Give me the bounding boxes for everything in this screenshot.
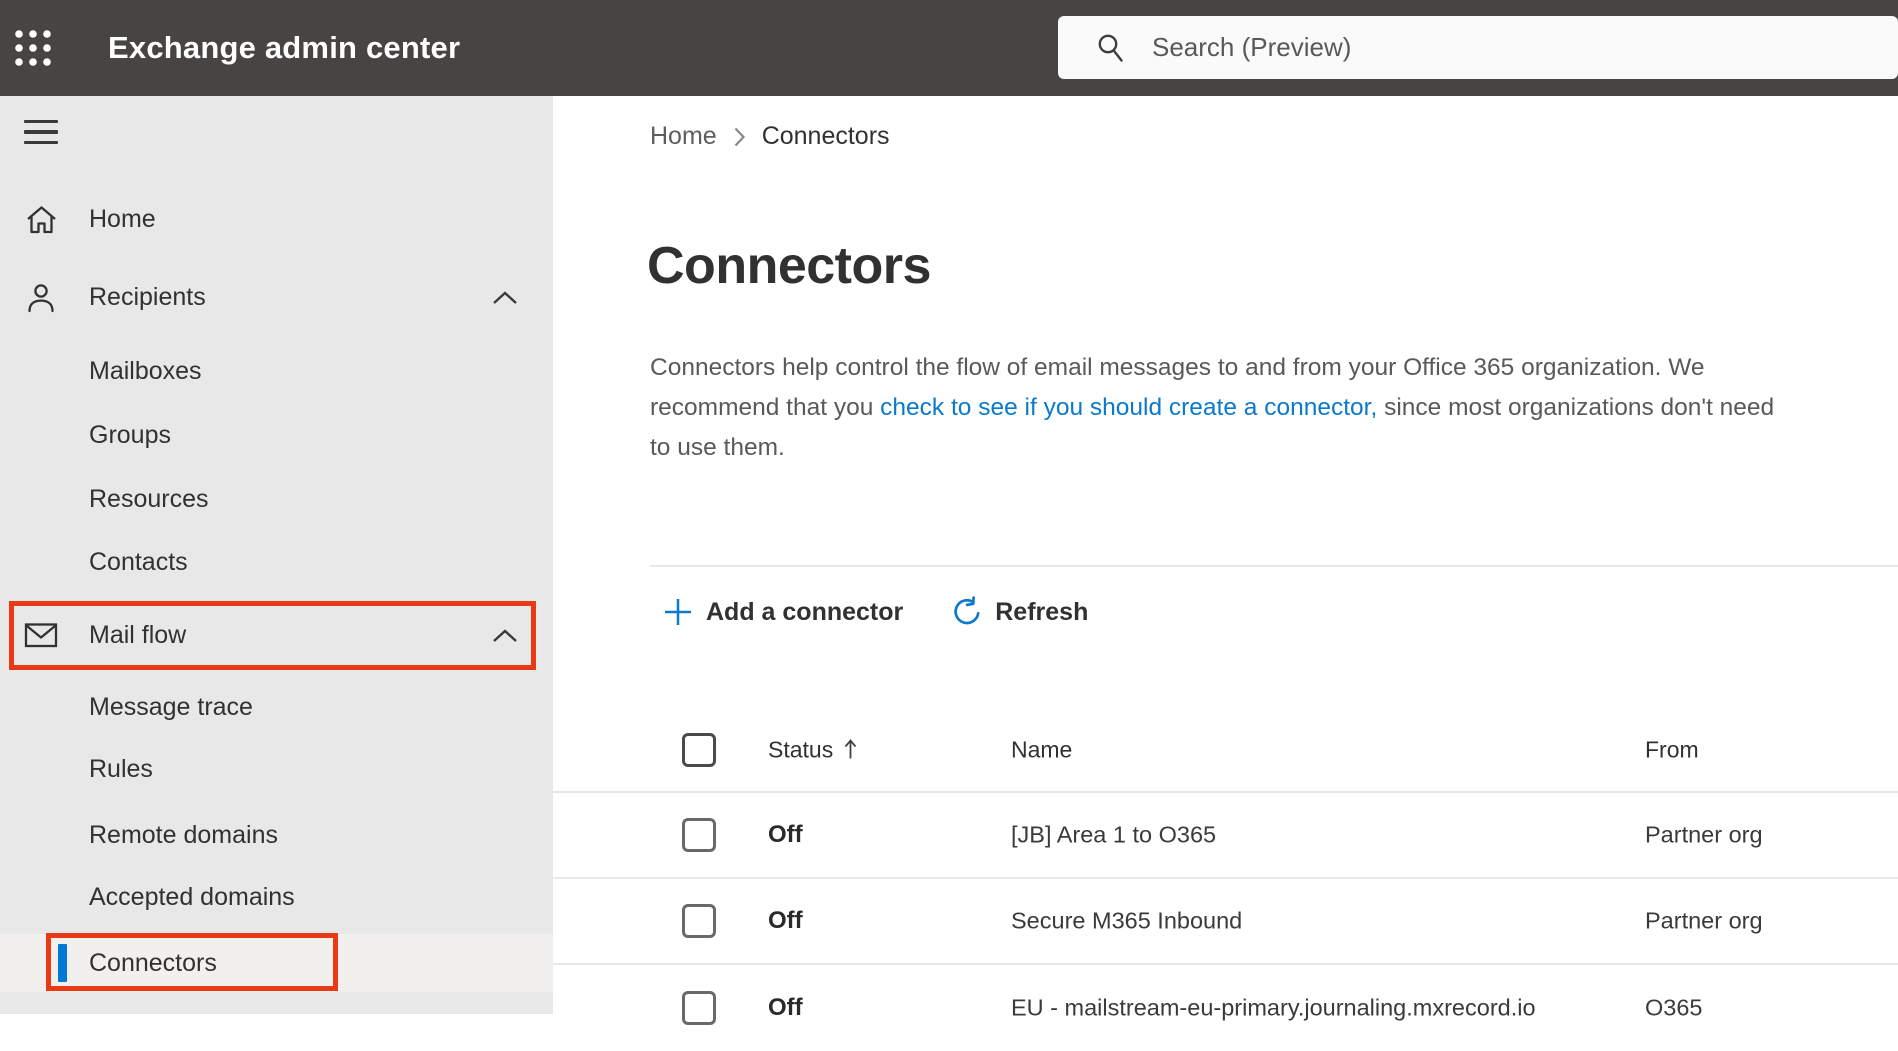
home-icon bbox=[24, 202, 58, 236]
column-header-from[interactable]: From bbox=[1645, 736, 1699, 763]
plus-icon bbox=[665, 599, 691, 625]
search-input[interactable]: Search (Preview) bbox=[1058, 16, 1898, 79]
sidebar-item-message-trace[interactable]: Message trace bbox=[0, 678, 553, 736]
sidebar-item-remote-domains[interactable]: Remote domains bbox=[0, 806, 553, 864]
sidebar-item-recipients[interactable]: Recipients bbox=[0, 268, 553, 326]
top-app-bar: Exchange admin center Search (Preview) bbox=[0, 0, 1898, 96]
row-checkbox[interactable] bbox=[682, 904, 716, 938]
refresh-button[interactable]: Refresh bbox=[949, 595, 1088, 629]
sidebar-item-connectors[interactable]: Connectors bbox=[0, 934, 553, 992]
sidebar-item-home[interactable]: Home bbox=[0, 190, 553, 248]
sidebar-item-mail-flow[interactable]: Mail flow bbox=[0, 606, 553, 664]
select-all-checkbox[interactable] bbox=[682, 732, 716, 767]
command-bar: Add a connector Refresh bbox=[663, 584, 1088, 640]
refresh-icon bbox=[954, 595, 980, 624]
sidebar-item-groups[interactable]: Groups bbox=[0, 406, 553, 464]
sidebar-item-resources[interactable]: Resources bbox=[0, 470, 553, 528]
person-icon bbox=[24, 280, 58, 314]
page-title: Connectors bbox=[647, 237, 931, 295]
hamburger-menu-icon[interactable] bbox=[24, 118, 58, 146]
main-content: Home Connectors Connectors Connectors he… bbox=[553, 96, 1898, 1025]
search-placeholder: Search (Preview) bbox=[1152, 32, 1352, 62]
breadcrumb: Home Connectors bbox=[650, 122, 890, 151]
app-title: Exchange admin center bbox=[108, 30, 461, 65]
sidebar-item-accepted-domains[interactable]: Accepted domains bbox=[0, 868, 553, 926]
chevron-up-icon[interactable] bbox=[492, 291, 518, 310]
breadcrumb-current: Connectors bbox=[761, 122, 890, 150]
app-launcher-icon[interactable] bbox=[0, 0, 66, 96]
sidebar-item-rules[interactable]: Rules bbox=[0, 740, 553, 798]
breadcrumb-chevron-icon bbox=[734, 127, 745, 146]
search-icon bbox=[1098, 34, 1123, 62]
table-row[interactable]: Off [JB] Area 1 to O365 Partner org bbox=[553, 793, 1898, 879]
sort-ascending-icon bbox=[845, 739, 857, 759]
selected-indicator bbox=[58, 944, 67, 982]
chevron-up-icon[interactable] bbox=[492, 629, 518, 648]
toolbar-divider bbox=[650, 565, 1898, 567]
sidebar-item-contacts[interactable]: Contacts bbox=[0, 533, 553, 591]
table-header: Status Name From bbox=[553, 708, 1898, 793]
row-checkbox[interactable] bbox=[682, 818, 716, 852]
table-row[interactable]: Off Secure M365 Inbound Partner org bbox=[553, 879, 1898, 965]
create-connector-check-link[interactable]: check to see if you should create a conn… bbox=[880, 394, 1377, 421]
page-description: Connectors help control the flow of emai… bbox=[650, 354, 1775, 461]
mail-icon bbox=[24, 618, 58, 652]
row-checkbox[interactable] bbox=[682, 991, 716, 1025]
column-header-name[interactable]: Name bbox=[1011, 736, 1072, 763]
column-header-status[interactable]: Status bbox=[768, 736, 858, 763]
sidebar-item-mailboxes[interactable]: Mailboxes bbox=[0, 342, 553, 400]
table-row[interactable]: Off EU - mailstream-eu-primary.journalin… bbox=[553, 965, 1898, 1051]
waffle-grid-icon bbox=[15, 30, 51, 66]
breadcrumb-home-link[interactable]: Home bbox=[650, 122, 717, 151]
left-navigation: Home Recipients Mailboxes Groups Resourc… bbox=[0, 96, 553, 1014]
add-connector-button[interactable]: Add a connector bbox=[663, 597, 903, 627]
